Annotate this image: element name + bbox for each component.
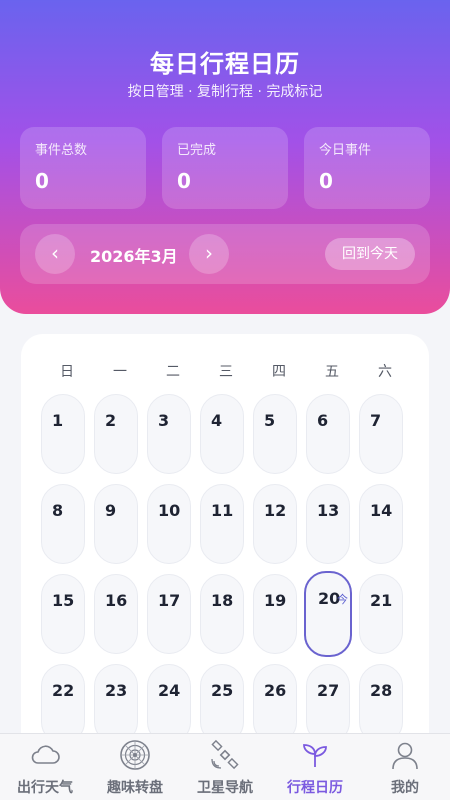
- calendar-day[interactable]: 19: [253, 574, 297, 654]
- calendar-day-today[interactable]: 20 今: [304, 571, 352, 657]
- day-number: 6: [317, 411, 329, 430]
- day-number: 25: [211, 681, 234, 700]
- current-month-label: 2026年3月: [90, 247, 178, 266]
- tab-calendar[interactable]: 行程日历: [270, 734, 360, 800]
- tab-label: 出行天气: [17, 780, 73, 796]
- stat-card-completed: 已完成 0: [162, 127, 288, 209]
- bottom-tab-bar: 出行天气 趣味转盘 卫星导航 行程日历 我的: [0, 733, 450, 800]
- satellite-icon: [211, 739, 239, 770]
- back-to-today-button[interactable]: 回到今天: [325, 238, 415, 270]
- day-number: 2: [105, 411, 117, 430]
- next-month-button[interactable]: ›: [189, 234, 229, 274]
- calendar-day[interactable]: 22: [41, 664, 85, 744]
- day-number: 22: [52, 681, 75, 700]
- tab-label: 行程日历: [287, 780, 343, 796]
- day-number: 4: [211, 411, 223, 430]
- day-number: 1: [52, 411, 64, 430]
- stat-label: 事件总数: [35, 143, 88, 158]
- stat-value: 0: [35, 169, 49, 193]
- chevron-right-icon: ›: [205, 241, 213, 265]
- day-number: 8: [52, 501, 64, 520]
- day-number: 5: [264, 411, 276, 430]
- header-banner: 每日行程日历 按日管理 · 复制行程 · 完成标记 事件总数 0 已完成 0 今…: [0, 0, 450, 314]
- stat-value: 0: [177, 169, 191, 193]
- calendar-day[interactable]: 16: [94, 574, 138, 654]
- tab-label: 我的: [391, 780, 419, 796]
- calendar-day[interactable]: 18: [200, 574, 244, 654]
- day-number: 12: [264, 501, 287, 520]
- month-navigator: ‹ 2026年3月 › 回到今天: [20, 224, 430, 284]
- day-number: 14: [370, 501, 393, 520]
- calendar-day[interactable]: 12: [253, 484, 297, 564]
- stat-value: 0: [319, 169, 333, 193]
- day-number: 10: [158, 501, 181, 520]
- calendar-day[interactable]: 5: [253, 394, 297, 474]
- calendar-day[interactable]: 6: [306, 394, 350, 474]
- stat-card-total: 事件总数 0: [20, 127, 146, 209]
- tab-label: 趣味转盘: [107, 780, 163, 796]
- sprout-icon: [303, 744, 327, 767]
- day-number: 28: [370, 681, 393, 700]
- tab-profile[interactable]: 我的: [360, 734, 450, 800]
- calendar-day[interactable]: 14: [359, 484, 403, 564]
- tab-label: 卫星导航: [197, 780, 253, 796]
- day-number: 3: [158, 411, 170, 430]
- day-number: 27: [317, 681, 340, 700]
- tab-wheel[interactable]: 趣味转盘: [90, 734, 180, 800]
- calendar-day[interactable]: 21: [359, 574, 403, 654]
- stat-card-today: 今日事件 0: [304, 127, 430, 209]
- calendar-day[interactable]: 11: [200, 484, 244, 564]
- tab-satellite[interactable]: 卫星导航: [180, 734, 270, 800]
- day-number: 16: [105, 591, 128, 610]
- calendar-day[interactable]: 7: [359, 394, 403, 474]
- calendar-day[interactable]: 4: [200, 394, 244, 474]
- calendar-day[interactable]: 3: [147, 394, 191, 474]
- day-number: 21: [370, 591, 393, 610]
- day-number: 17: [158, 591, 181, 610]
- tab-weather[interactable]: 出行天气: [0, 734, 90, 800]
- cloud-icon: [31, 745, 60, 764]
- day-number: 19: [264, 591, 287, 610]
- day-number: 7: [370, 411, 382, 430]
- day-number: 15: [52, 591, 75, 610]
- calendar-day[interactable]: 26: [253, 664, 297, 744]
- user-icon: [392, 742, 418, 770]
- weekday-label: 五: [325, 364, 339, 380]
- day-number: 9: [105, 501, 117, 520]
- calendar-day[interactable]: 27: [306, 664, 350, 744]
- prev-month-button[interactable]: ‹: [35, 234, 75, 274]
- calendar-day[interactable]: 23: [94, 664, 138, 744]
- calendar-day[interactable]: 17: [147, 574, 191, 654]
- calendar-day[interactable]: 10: [147, 484, 191, 564]
- stat-label: 已完成: [177, 143, 217, 158]
- calendar-day[interactable]: 2: [94, 394, 138, 474]
- weekday-label: 四: [272, 364, 286, 380]
- day-number: 18: [211, 591, 234, 610]
- calendar-day[interactable]: 13: [306, 484, 350, 564]
- page-subtitle: 按日管理 · 复制行程 · 完成标记: [127, 84, 323, 100]
- calendar-day[interactable]: 28: [359, 664, 403, 744]
- calendar-day[interactable]: 8: [41, 484, 85, 564]
- calendar-grid: 日一二三四五六 1 2 3 4 5 6 7 8 9 10 11 12 13 14 15 16 17 18 19 20 今…: [21, 334, 429, 754]
- page-title: 每日行程日历: [150, 50, 300, 78]
- calendar-day[interactable]: 15: [41, 574, 85, 654]
- calendar-day[interactable]: 24: [147, 664, 191, 744]
- today-marker: 今: [337, 593, 348, 606]
- weekday-label: 六: [378, 364, 392, 380]
- weekday-label: 三: [219, 364, 233, 380]
- chevron-left-icon: ‹: [51, 241, 59, 265]
- wheel-icon: [120, 740, 150, 770]
- day-number: 26: [264, 681, 287, 700]
- weekday-label: 二: [166, 364, 180, 380]
- day-number: 24: [158, 681, 181, 700]
- calendar-day[interactable]: 9: [94, 484, 138, 564]
- calendar-day[interactable]: 25: [200, 664, 244, 744]
- day-number: 23: [105, 681, 128, 700]
- day-number: 11: [211, 501, 234, 520]
- day-number: 13: [317, 501, 340, 520]
- weekday-label: 一: [113, 364, 127, 380]
- stat-label: 今日事件: [319, 143, 372, 158]
- weekday-label: 日: [60, 364, 74, 380]
- calendar-day[interactable]: 1: [41, 394, 85, 474]
